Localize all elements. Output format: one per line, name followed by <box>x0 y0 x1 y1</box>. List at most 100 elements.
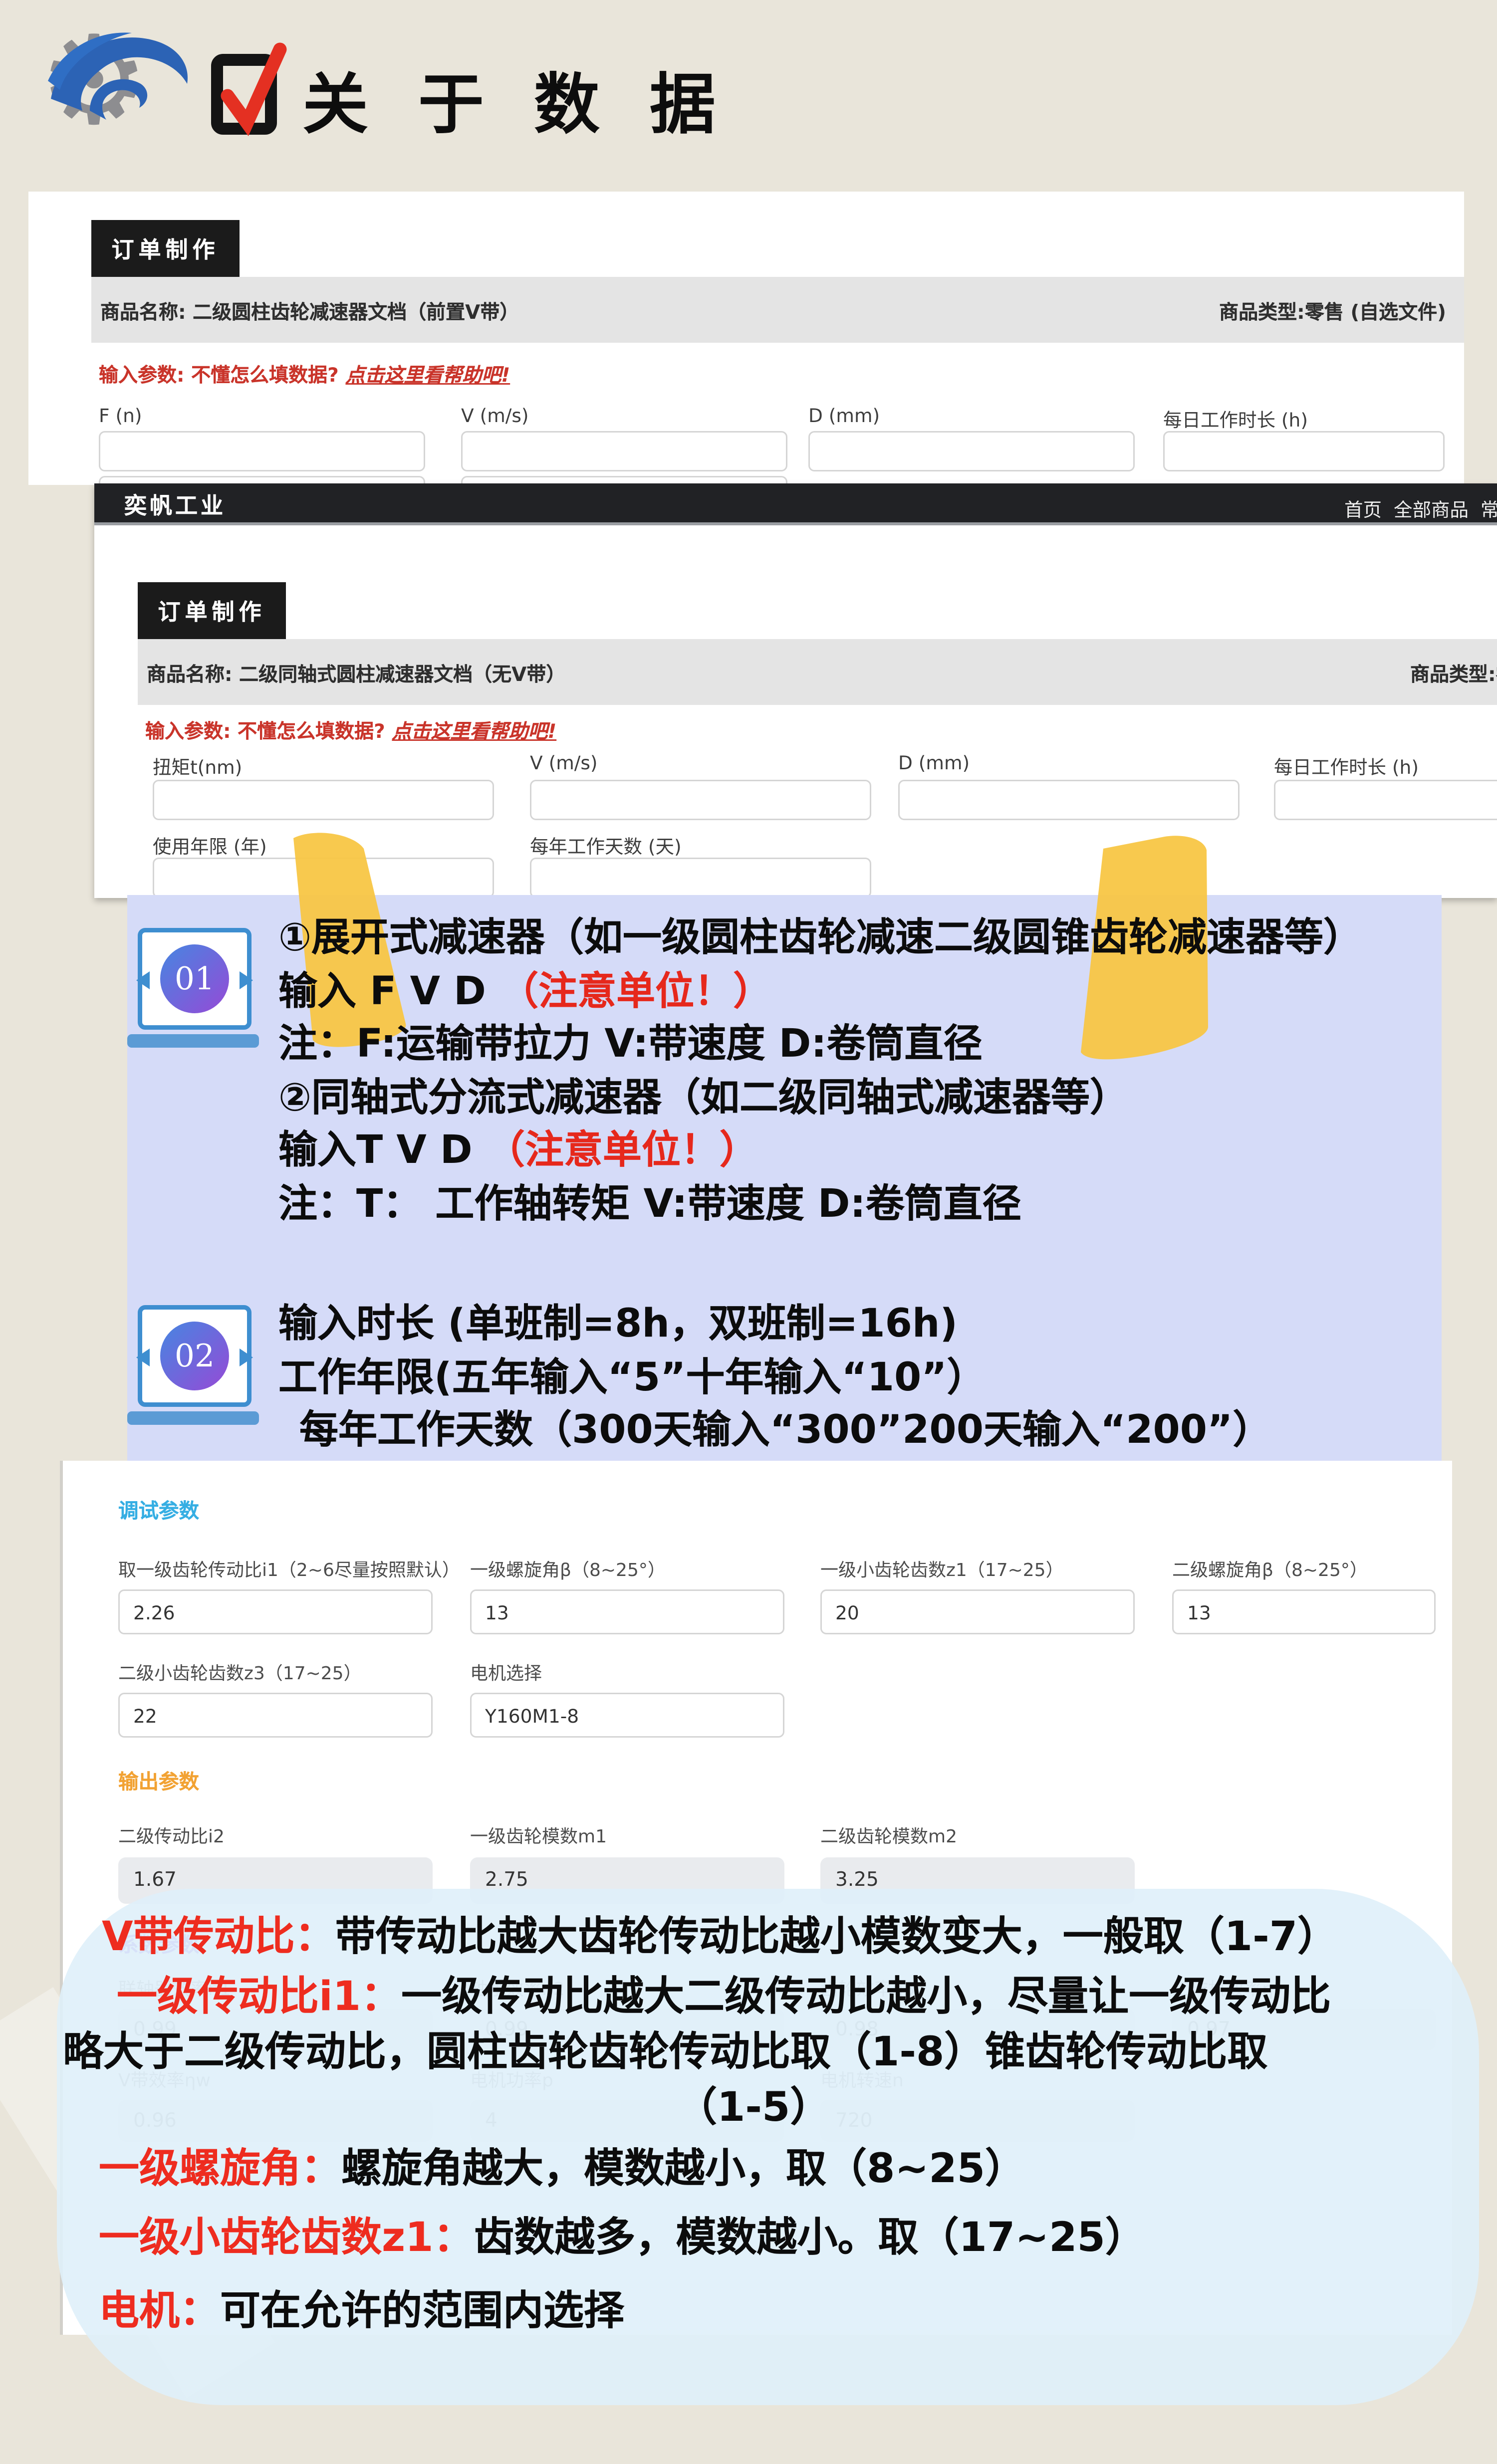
form1-tab: 订单制作 <box>91 220 240 277</box>
form2-field-label: 每年工作天数 (天) <box>530 831 682 859</box>
note-line: 略大于二级传动比，圆柱齿轮齿轮传动比取（1-8）锥齿轮传动比取 <box>63 2019 1267 2077</box>
site-navbar: 奕帆工业 首页 全部商品 常 <box>94 483 1497 522</box>
info-text-red: （注意单位！） <box>486 1128 758 1173</box>
page: ⚙ 关 于 数 据 订单制作 商品名称: 二级圆柱齿轮减速器文档（前置V带） 商… <box>0 0 1497 2464</box>
input-i1[interactable] <box>118 1589 433 1634</box>
swirl-logo-icon <box>45 24 210 144</box>
form2-field-label: D (mm) <box>898 720 970 774</box>
navbar-item-home[interactable]: 首页 <box>1344 494 1382 522</box>
info-text: 输入时长 (单班制=8h，双班制=16h) <box>278 1302 958 1347</box>
right-arrow-icon <box>240 971 253 989</box>
form1-field-label: 每日工作时长 (h) <box>1163 404 1308 433</box>
note-label: 一级小齿轮齿数z1： <box>99 2215 474 2261</box>
info-text: 输入 F V D <box>278 970 499 1015</box>
form2-input-d[interactable] <box>898 780 1240 820</box>
info-line: 输入T V D （注意单位！） <box>278 1120 758 1175</box>
form1-input-d[interactable] <box>808 431 1135 471</box>
input-beta2[interactable] <box>1172 1589 1436 1634</box>
note-line: （1-5） <box>677 2074 830 2133</box>
info-line: 每年工作天数（300天输入“300”200天输入“200”） <box>299 1399 1271 1455</box>
info-line: ②同轴式分流式减速器（如二级同轴式减速器等） <box>278 1067 1129 1122</box>
form1-screenshot: 订单制作 商品名称: 二级圆柱齿轮减速器文档（前置V带） 商品类型:零售 (自选… <box>28 192 1464 485</box>
param-label: 二级螺旋角β（8~25°） <box>1172 1557 1368 1582</box>
info-line: 注：F:运输带拉力 V:带速度 D:卷筒直径 <box>278 1013 983 1069</box>
note-line: 一级传动比i1：一级传动比越大二级传动比越小，尽量让一级传动比 <box>117 1964 1331 2022</box>
note-line: 电机：可在允许的范围内选择 <box>99 2278 624 2336</box>
input-z1[interactable] <box>820 1589 1135 1634</box>
output-section-title: 输出参数 <box>118 1765 199 1794</box>
param-label: 一级齿轮模数m1 <box>470 1823 607 1848</box>
info-line: ①展开式减速器（如一级圆柱齿轮减速二级圆锥齿轮减速器等） <box>278 907 1362 962</box>
form2-field-label: V (m/s) <box>530 720 598 774</box>
step-01-number: 01 <box>160 944 229 1013</box>
navbar-brand[interactable]: 奕帆工业 <box>124 489 226 521</box>
param-label: 二级小齿轮齿数z3（17~25） <box>118 1660 362 1685</box>
step-02-badge: 02 <box>135 1305 246 1425</box>
form1-field-label: F (n) <box>99 404 142 427</box>
input-z3[interactable] <box>118 1693 433 1738</box>
form2-screenshot: 奕帆工业 首页 全部商品 常 订单制作 商品名称: 二级同轴式圆柱减速器文档（无… <box>94 483 1497 898</box>
step-02-base <box>127 1411 259 1425</box>
param-label: 一级小齿轮齿数z1（17~25） <box>820 1557 1064 1582</box>
step-01-base <box>127 1034 259 1048</box>
note-line: 一级螺旋角：螺旋角越大，模数越小，取（8~25） <box>99 2136 1025 2194</box>
info-text: 输入T V D <box>278 1128 486 1173</box>
form1-help-link[interactable]: 点击这里看帮助吧! <box>345 365 510 388</box>
form2-field-label: 扭矩t(nm) <box>153 720 242 780</box>
form2-tab-label: 订单制作 <box>158 595 265 627</box>
form1-field-label: V (m/s) <box>461 404 529 427</box>
debug-section-title: 调试参数 <box>118 1494 199 1524</box>
note-text: （1-5） <box>677 2085 830 2131</box>
input-beta1[interactable] <box>470 1589 784 1634</box>
form2-input-v[interactable] <box>530 780 871 820</box>
form2-tab: 订单制作 <box>138 582 286 639</box>
param-label: 一级螺旋角β（8~25°） <box>470 1557 666 1582</box>
navbar-divider <box>94 522 1497 525</box>
note-text: 带传动比越大齿轮传动比越小模数变大，一般取（1-7） <box>335 1914 1338 1961</box>
form2-field-label: 使用年限 (年) <box>153 831 267 859</box>
note-line: 一级小齿轮齿数z1：齿数越多，模数越小。取（17~25） <box>99 2205 1146 2263</box>
step-02-frame: 02 <box>138 1305 251 1407</box>
param-label: 电机选择 <box>470 1660 542 1685</box>
checkbox-icon <box>210 42 287 141</box>
form1-tab-label: 订单制作 <box>111 233 219 264</box>
info-line: 输入时长 (单班制=8h，双班制=16h) <box>278 1293 958 1348</box>
navbar-item-faq[interactable]: 常 <box>1481 494 1497 522</box>
note-label: 一级螺旋角： <box>99 2146 341 2193</box>
navbar-item-all-products[interactable]: 全部商品 <box>1394 494 1469 522</box>
form1-help-text: 输入参数: 不懂怎么填数据? <box>99 365 345 388</box>
info-text: 每年工作天数（300天输入“300”200天输入“200”） <box>299 1408 1271 1453</box>
step-02-number: 02 <box>160 1322 229 1390</box>
step-01-frame: 01 <box>138 928 251 1030</box>
form1-titlebar: 商品名称: 二级圆柱齿轮减速器文档（前置V带） 商品类型:零售 (自选文件) <box>91 277 1464 343</box>
form1-help-line: 输入参数: 不懂怎么填数据? 点击这里看帮助吧! <box>99 359 510 388</box>
info-line: 输入 F V D （注意单位！） <box>278 961 772 1016</box>
form1-field-label: D (mm) <box>808 404 880 427</box>
note-text: 一级传动比越大二级传动比越小，尽量让一级传动比 <box>401 1974 1331 2020</box>
form1-input-hours[interactable] <box>1163 431 1445 471</box>
form1-product-type: 商品类型:零售 (自选文件) <box>1219 296 1446 324</box>
info-text: ②同轴式分流式减速器（如二级同轴式减速器等） <box>278 1076 1129 1121</box>
info-text: 注：F:运输带拉力 V:带速度 D:卷筒直径 <box>278 1022 983 1067</box>
info-line: 工作年限(五年输入“5”十年输入“10”） <box>278 1347 986 1402</box>
form2-input-days[interactable] <box>530 858 871 898</box>
param-label: 二级齿轮模数m2 <box>820 1823 957 1848</box>
info-line: 注：T： 工作轴转矩 V:带速度 D:卷筒直径 <box>278 1173 1021 1229</box>
form2-input-years[interactable] <box>153 858 494 898</box>
note-label: 电机： <box>99 2288 220 2335</box>
form2-input-hours[interactable] <box>1274 780 1497 820</box>
note-text: 齿数越多，模数越小。取（17~25） <box>474 2215 1146 2261</box>
left-arrow-icon <box>136 971 150 989</box>
param-label: 取一级齿轮传动比i1（2~6尽量按照默认） <box>118 1557 460 1582</box>
form2-product-type: 商品类型:零售 (自选文件) <box>1410 658 1497 686</box>
info-text-red: （注意单位！） <box>499 970 772 1015</box>
step-01-badge: 01 <box>135 928 246 1048</box>
form2-input-torque[interactable] <box>153 780 494 820</box>
input-motor-select[interactable] <box>470 1693 784 1738</box>
param-label: 二级传动比i2 <box>118 1823 225 1848</box>
right-arrow-icon <box>240 1348 253 1366</box>
info-text: 工作年限(五年输入“5”十年输入“10”） <box>278 1356 986 1401</box>
note-label: V带传动比： <box>102 1914 335 1961</box>
form2-field-label: 每日工作时长 (h) <box>1274 720 1419 780</box>
note-line: V带传动比：带传动比越大齿轮传动比越小模数变大，一般取（1-7） <box>102 1904 1338 1962</box>
